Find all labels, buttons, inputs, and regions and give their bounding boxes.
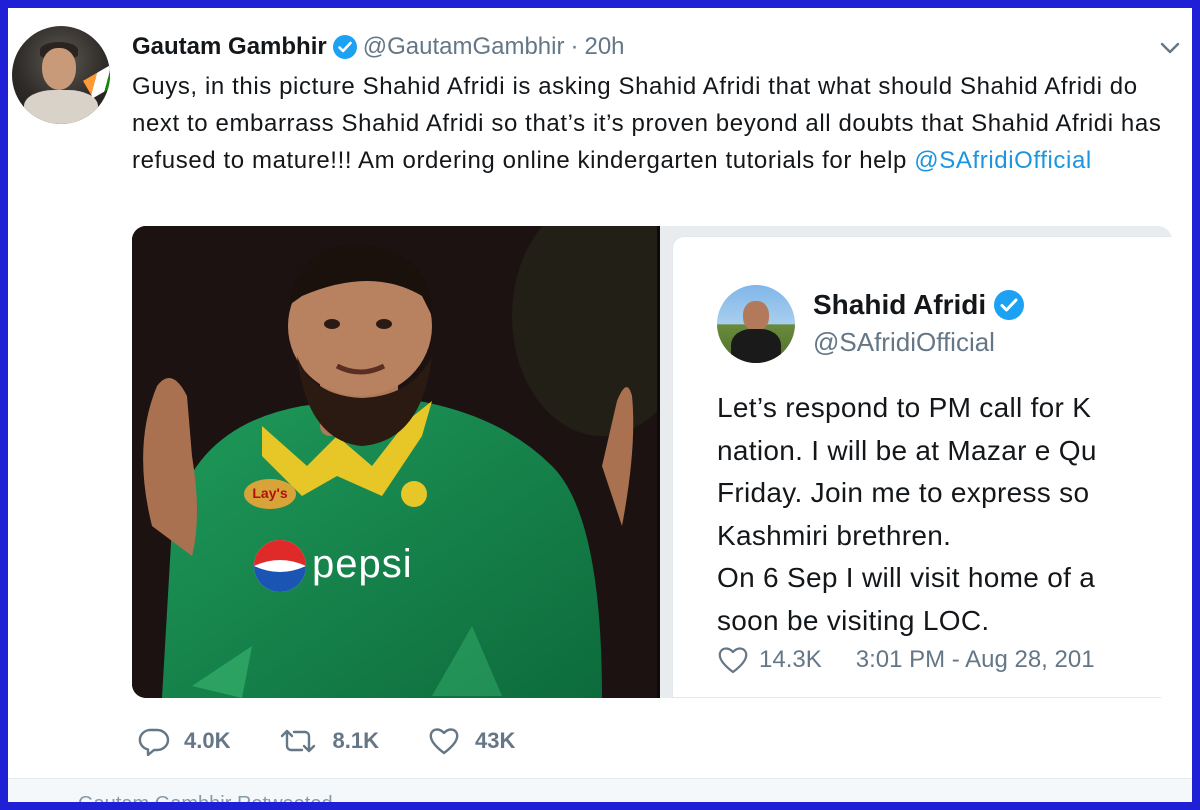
embedded-tweet-screenshot[interactable]: Shahid Afridi @SAfridiOfficial Let’s res… <box>660 226 1172 698</box>
separator-dot: · <box>570 33 579 60</box>
embedded-line: Kashmiri brethren. <box>717 519 952 551</box>
embedded-name-row: Shahid Afridi <box>813 289 1025 321</box>
reply-count: 4.0K <box>184 728 231 753</box>
like-button[interactable]: 43K <box>427 726 515 756</box>
embedded-tweet-card: Shahid Afridi @SAfridiOfficial Let’s res… <box>672 236 1172 698</box>
tweet[interactable]: Gautam Gambhir @GautamGambhir · 20h Guys… <box>8 8 1192 778</box>
retweet-count: 8.1K <box>332 728 379 753</box>
tweet-actions: 4.0K 8.1K 43K <box>136 726 563 756</box>
heart-icon <box>429 728 459 755</box>
next-item-strip: Gautam Gambhir Retweeted <box>8 778 1192 802</box>
embedded-avatar-body <box>731 329 781 363</box>
embedded-handle: @SAfridiOfficial <box>813 327 995 357</box>
screenshot-frame: Gautam Gambhir @GautamGambhir · 20h Guys… <box>8 8 1192 802</box>
embedded-author-name: Shahid Afridi <box>813 289 987 320</box>
author-name[interactable]: Gautam Gambhir <box>132 33 327 61</box>
avatar-face <box>42 48 76 90</box>
jersey-brand-label: pepsi <box>312 542 413 586</box>
retweet-button[interactable]: 8.1K <box>278 726 379 756</box>
embedded-timestamp: 3:01 PM - Aug 28, 201 <box>855 646 1095 673</box>
author-avatar[interactable] <box>12 26 110 124</box>
embedded-text: Let’s respond to PM call for K nation. I… <box>717 387 1172 642</box>
like-count: 43K <box>474 728 516 753</box>
retweeted-label: Gautam Gambhir Retweeted <box>78 793 333 802</box>
embedded-line: nation. I will be at Mazar e Qu <box>717 434 1097 466</box>
sponsor-badge-label: Lay's <box>252 485 288 501</box>
tweet-time[interactable]: 20h <box>584 33 624 61</box>
tweet-header: Gautam Gambhir @GautamGambhir · 20h <box>132 32 625 62</box>
reply-button[interactable]: 4.0K <box>136 726 230 756</box>
embedded-line: Let’s respond to PM call for K <box>717 392 1092 423</box>
author-handle[interactable]: @GautamGambhir <box>363 33 565 61</box>
chevron-down-icon[interactable] <box>1156 34 1184 62</box>
tweet-text: Guys, in this picture Shahid Afridi is a… <box>132 68 1172 179</box>
embedded-heart-icon <box>718 647 748 674</box>
photo-illustration <box>132 226 657 698</box>
embedded-avatar <box>717 285 795 363</box>
embedded-footer: 14.3K 3:01 PM - Aug 28, 201 <box>717 645 1095 675</box>
reply-icon <box>138 728 170 756</box>
afridi-photo[interactable]: pepsi Lay's <box>132 226 657 698</box>
tweet-mention[interactable]: @SAfridiOfficial <box>914 147 1092 174</box>
avatar-body <box>24 90 98 124</box>
embedded-like-count: 14.3K <box>759 646 822 673</box>
verified-badge-icon <box>332 35 357 59</box>
embedded-verified-badge-icon <box>994 290 1025 320</box>
embedded-line: Friday. Join me to express so <box>717 477 1090 508</box>
tweet-media[interactable]: pepsi Lay's Shahid Afridi @SAfridiOffici… <box>132 226 1172 698</box>
embedded-avatar-head <box>743 301 769 331</box>
embedded-line: On 6 Sep I will visit home of a <box>717 562 1096 593</box>
embedded-line: soon be visiting LOC. <box>717 604 990 636</box>
retweet-icon <box>281 729 316 753</box>
